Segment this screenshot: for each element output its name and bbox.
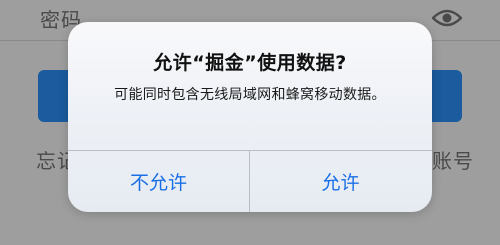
allow-button[interactable]: 允许: [250, 151, 431, 212]
alert-body: 允许“掘金”使用数据? 可能同时包含无线局域网和蜂窝移动数据。: [68, 22, 432, 150]
alert-message: 可能同时包含无线局域网和蜂窝移动数据。: [114, 87, 386, 103]
register-account-link[interactable]: 账号: [432, 145, 474, 174]
deny-button[interactable]: 不允许: [68, 151, 249, 212]
alert-title: 允许“掘金”使用数据?: [153, 52, 347, 74]
permission-alert-dialog: 允许“掘金”使用数据? 可能同时包含无线局域网和蜂窝移动数据。 不允许 允许: [68, 22, 432, 212]
eye-icon[interactable]: [432, 8, 462, 28]
